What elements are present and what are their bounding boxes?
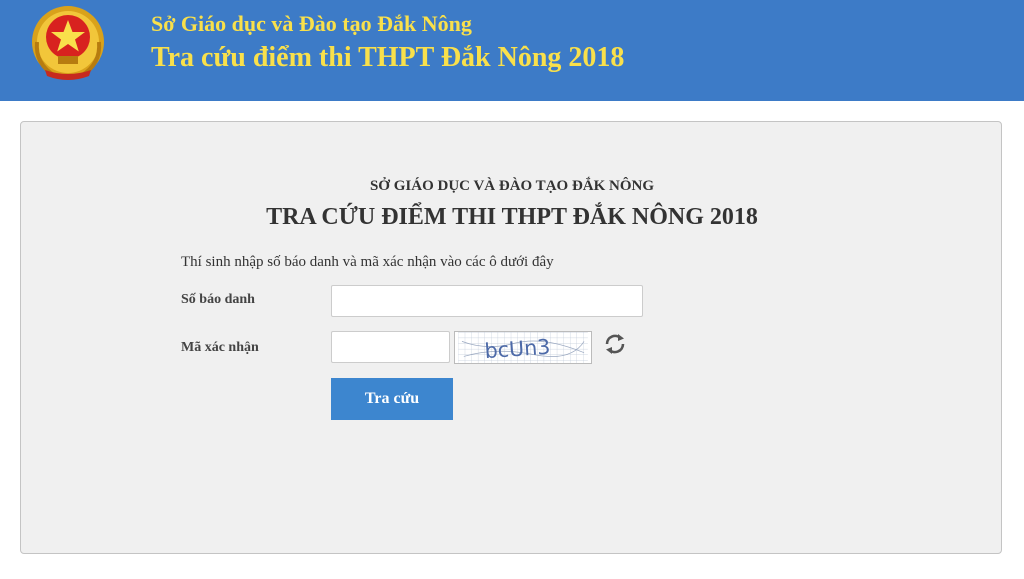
lookup-panel: SỞ GIÁO DỤC VÀ ĐÀO TẠO ĐẮK NÔNG TRA CỨU …	[20, 121, 1002, 554]
candidate-number-label: Số báo danh	[181, 292, 255, 307]
captcha-label: Mã xác nhận	[181, 340, 259, 355]
header-title: Tra cứu điểm thi THPT Đắk Nông 2018	[151, 42, 625, 73]
captcha-input[interactable]	[331, 331, 450, 363]
header-organization: Sở Giáo dục và Đào tạo Đắk Nông	[151, 11, 472, 36]
instruction-text: Thí sinh nhập số báo danh và mã xác nhận…	[181, 254, 554, 270]
captcha-text: bcUn3	[484, 335, 551, 364]
search-button[interactable]: Tra cứu	[331, 378, 453, 420]
panel-title: TRA CỨU ĐIỂM THI THPT ĐẮK NÔNG 2018	[266, 204, 758, 230]
page-header: Sở Giáo dục và Đào tạo Đắk Nông Tra cứu …	[0, 0, 1024, 101]
captcha-image: bcUn3	[454, 331, 592, 364]
refresh-icon[interactable]	[603, 332, 627, 356]
candidate-number-input[interactable]	[331, 285, 643, 317]
panel-subtitle: SỞ GIÁO DỤC VÀ ĐÀO TẠO ĐẮK NÔNG	[369, 178, 655, 194]
national-emblem-icon	[32, 6, 104, 80]
